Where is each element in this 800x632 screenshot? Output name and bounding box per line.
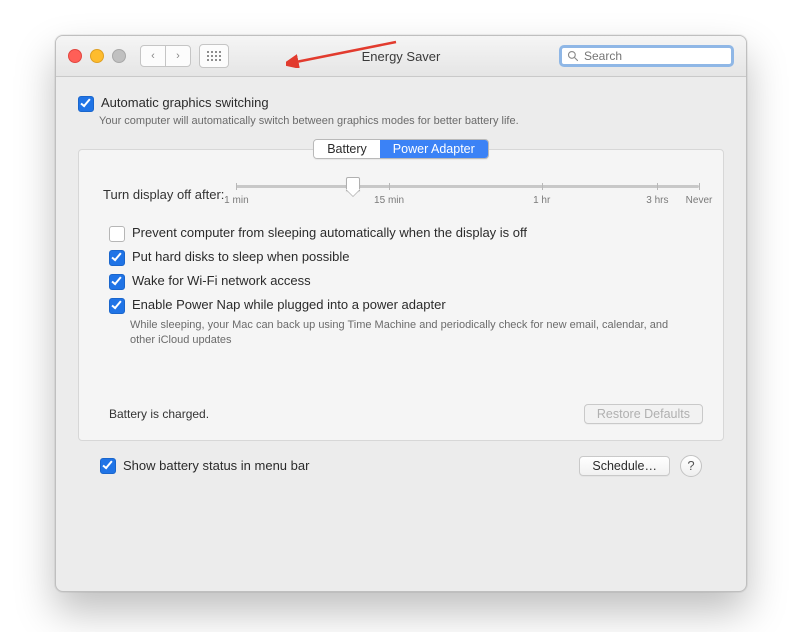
tab-power-adapter[interactable]: Power Adapter	[380, 140, 488, 158]
battery-status: Battery is charged.	[109, 407, 209, 421]
opt-wake-wifi: Wake for Wi-Fi network access	[109, 273, 693, 290]
opt-prevent-sleep: Prevent computer from sleeping automatic…	[109, 225, 693, 242]
opt-power-nap-checkbox[interactable]	[109, 298, 125, 314]
schedule-button[interactable]: Schedule…	[579, 456, 670, 476]
titlebar: ‹ › Energy Saver	[56, 36, 746, 77]
auto-switching-checkbox[interactable]	[78, 96, 94, 112]
menu-bar-label: Show battery status in menu bar	[123, 458, 309, 473]
opt-wake-wifi-checkbox[interactable]	[109, 274, 125, 290]
opt-power-nap-desc: While sleeping, your Mac can back up usi…	[130, 318, 670, 348]
help-button[interactable]: ?	[680, 455, 702, 477]
slider-thumb[interactable]	[344, 177, 360, 197]
opt-power-nap-label: Enable Power Nap while plugged into a po…	[132, 297, 446, 312]
opt-prevent-sleep-label: Prevent computer from sleeping automatic…	[132, 225, 527, 240]
menu-bar-checkbox[interactable]	[100, 458, 116, 474]
display-off-label: Turn display off after:	[103, 187, 224, 202]
restore-defaults-button[interactable]: Restore Defaults	[584, 404, 703, 424]
auto-switching-label: Automatic graphics switching	[101, 95, 269, 110]
opt-prevent-sleep-checkbox[interactable]	[109, 226, 125, 242]
tick-never: Never	[686, 195, 713, 206]
panel-footer: Battery is charged. Restore Defaults	[79, 348, 723, 424]
content-area: Automatic graphics switching Your comput…	[56, 77, 746, 489]
tab-battery[interactable]: Battery	[314, 140, 380, 158]
opt-wake-wifi-label: Wake for Wi-Fi network access	[132, 273, 311, 288]
settings-panel: Battery Power Adapter Turn display off a…	[78, 149, 724, 441]
tick-3hrs: 3 hrs	[646, 195, 668, 206]
opt-hdd-sleep-label: Put hard disks to sleep when possible	[132, 249, 350, 264]
display-off-slider-row: Turn display off after: 1 min 15 min 1 h…	[79, 177, 723, 211]
prefs-window: ‹ › Energy Saver	[55, 35, 747, 592]
tick-1min: 1 min	[224, 195, 248, 206]
tab-bar: Battery Power Adapter	[79, 139, 723, 159]
tick-15min: 15 min	[374, 195, 404, 206]
options-list: Prevent computer from sleeping automatic…	[79, 211, 723, 348]
bottom-row: Show battery status in menu bar Schedule…	[78, 441, 724, 477]
opt-hdd-sleep-checkbox[interactable]	[109, 250, 125, 266]
opt-hdd-sleep: Put hard disks to sleep when possible	[109, 249, 693, 266]
window-title: Energy Saver	[56, 49, 746, 64]
opt-power-nap: Enable Power Nap while plugged into a po…	[109, 297, 693, 314]
auto-switching-row: Automatic graphics switching	[78, 95, 724, 112]
auto-switching-desc: Your computer will automatically switch …	[99, 115, 724, 127]
tick-1hr: 1 hr	[533, 195, 550, 206]
display-off-slider[interactable]: 1 min 15 min 1 hr 3 hrs Never	[236, 177, 699, 211]
